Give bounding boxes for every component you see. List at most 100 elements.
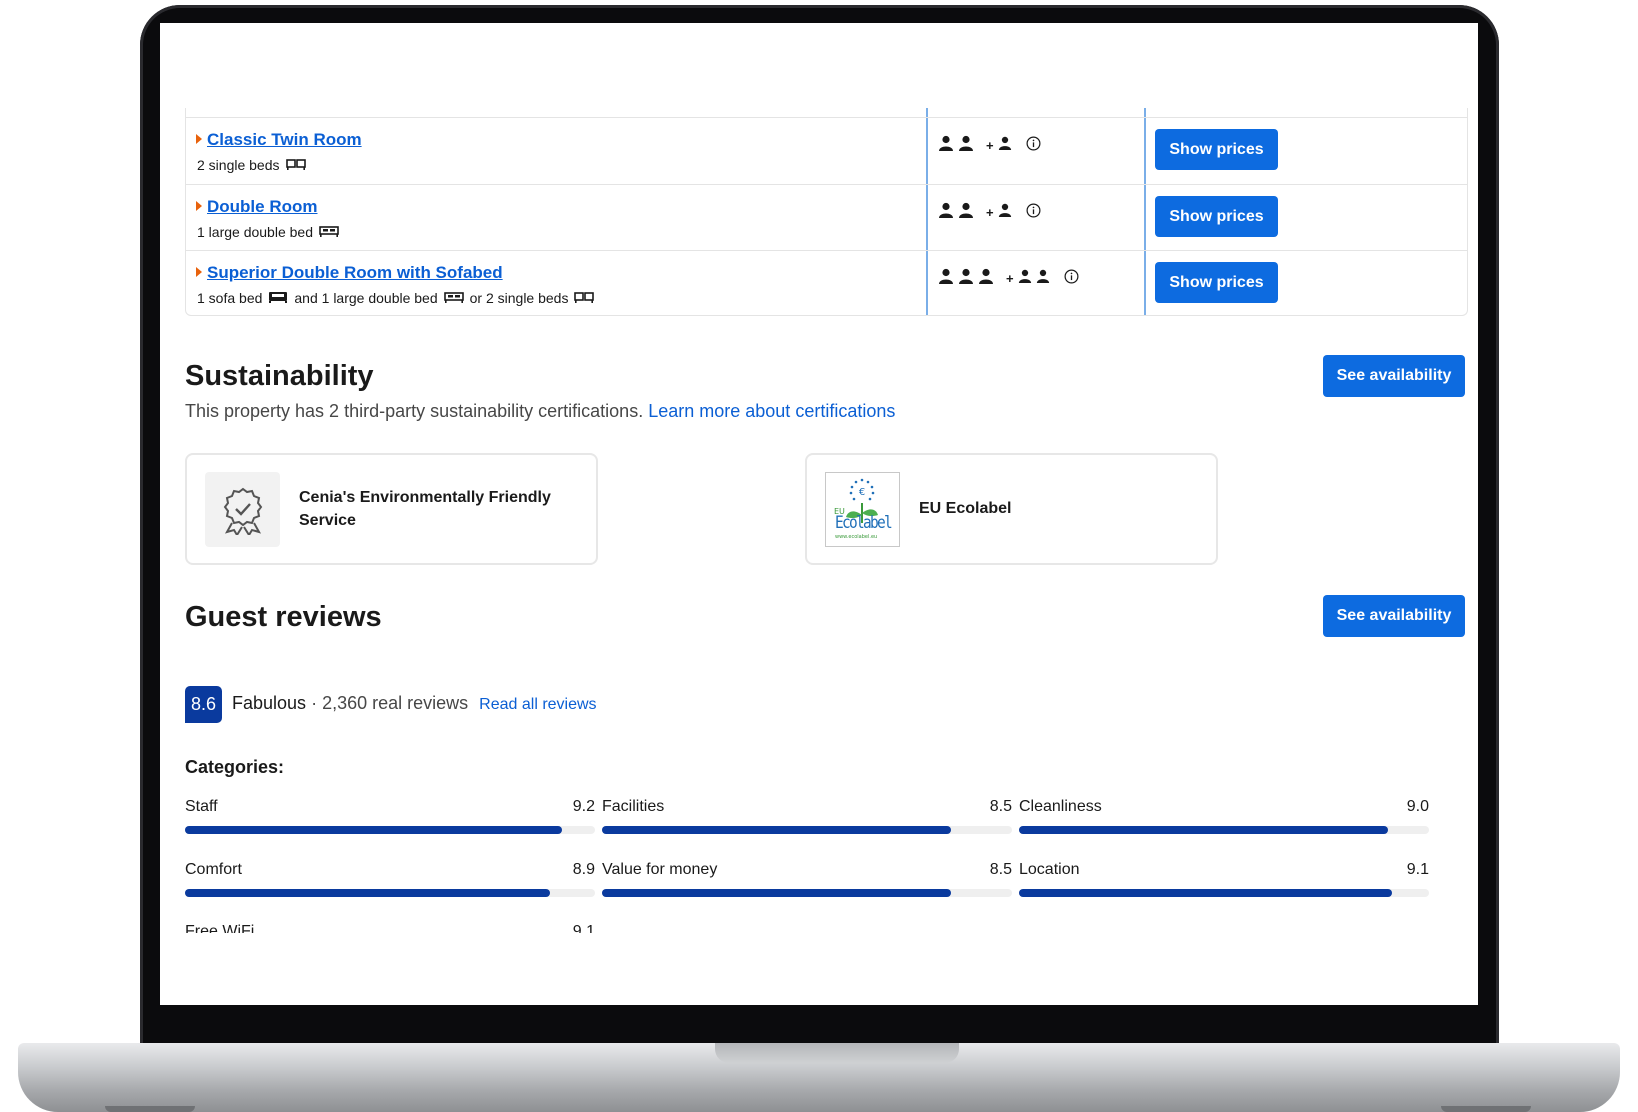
laptop-notch	[715, 1043, 959, 1063]
adult-icon	[958, 135, 974, 156]
svg-text:€: €	[859, 487, 865, 498]
child-icon	[1018, 269, 1032, 288]
room-name-link[interactable]: Classic Twin Room	[196, 130, 362, 150]
adult-icon	[978, 268, 994, 289]
score-bar-track	[1019, 826, 1429, 834]
room-beds: 1 sofa bed and 1 large double bed or 2 s…	[197, 290, 595, 306]
score-bar-track	[602, 826, 1012, 834]
adult-icon	[938, 268, 954, 289]
occupancy: +	[938, 268, 1079, 289]
score-bar-track	[1019, 889, 1429, 897]
show-prices-button[interactable]: Show prices	[1155, 262, 1278, 303]
single-beds-icon	[285, 157, 306, 173]
ecolabel-wordmark: Ecolabel	[835, 513, 893, 533]
laptop-base	[18, 1043, 1620, 1112]
info-icon[interactable]	[1026, 203, 1041, 223]
info-icon[interactable]	[1026, 136, 1041, 156]
score-bar-fill	[1019, 826, 1388, 834]
score-bar-track	[185, 889, 595, 897]
bed-description: 1 large double bed	[197, 224, 313, 240]
score-bar-fill	[185, 826, 563, 834]
sustainability-text: This property has 2 third-party sustaina…	[185, 401, 644, 421]
category-value: 8.5	[989, 861, 1012, 878]
score-bar-fill	[602, 826, 951, 834]
certification-card[interactable]: Cenia's Environmentally Friendly Service	[185, 453, 598, 565]
show-prices-button[interactable]: Show prices	[1155, 196, 1278, 237]
laptop-foot	[1441, 1106, 1531, 1112]
table-row: Classic Twin Room 2 single beds + Show p…	[186, 117, 1467, 185]
see-availability-button[interactable]: See availability	[1323, 595, 1465, 637]
bed-description: 1 sofa bed	[197, 290, 263, 306]
category-score: Facilities 8.5	[602, 798, 1012, 838]
adult-icon	[958, 268, 974, 289]
room-beds: 1 large double bed	[197, 224, 339, 240]
category-name: Comfort	[185, 861, 242, 878]
eu-ecolabel-logo: € EU Ecolabel www.ecolabel.eu	[825, 472, 900, 547]
category-name: Value for money	[602, 861, 718, 878]
category-name: Cleanliness	[1019, 798, 1102, 815]
review-score-badge: 8.6	[185, 686, 222, 723]
score-bar-fill	[1019, 889, 1393, 897]
certification-name: Cenia's Environmentally Friendly Service	[299, 489, 551, 529]
review-summary: Fabulous · 2,360 real reviews Read all r…	[232, 693, 597, 714]
sustainability-description: This property has 2 third-party sustaina…	[185, 401, 895, 422]
browser-screen: Classic Twin Room 2 single beds + Show p…	[160, 23, 1478, 1005]
ecolabel-url: www.ecolabel.eu	[835, 534, 878, 540]
category-value: 9.2	[572, 798, 595, 815]
show-prices-button[interactable]: Show prices	[1155, 129, 1278, 170]
plus-sign: +	[1006, 271, 1014, 286]
double-bed-icon	[443, 290, 464, 306]
bed-description: or 2 single beds	[469, 290, 569, 306]
category-name: Facilities	[602, 798, 665, 815]
score-bar-track	[185, 826, 595, 834]
info-icon[interactable]	[1064, 269, 1079, 289]
category-score: Location 9.1	[1019, 861, 1429, 901]
score-bar-fill	[602, 889, 951, 897]
guest-reviews-heading: Guest reviews	[185, 601, 382, 633]
categories-title: Categories:	[185, 757, 285, 777]
plus-sign: +	[986, 138, 994, 153]
sustainability-heading: Sustainability	[185, 360, 374, 392]
score-bar-track	[602, 889, 1012, 897]
award-badge-icon	[205, 472, 280, 547]
learn-more-link[interactable]: Learn more about certifications	[648, 401, 895, 421]
room-name-link[interactable]: Superior Double Room with Sofabed	[196, 263, 503, 283]
category-score: Staff 9.2	[185, 798, 595, 838]
rating-word: Fabulous	[232, 693, 307, 713]
category-name: Staff	[185, 798, 218, 815]
adult-icon	[938, 202, 954, 223]
room-name-link[interactable]: Double Room	[196, 197, 318, 217]
category-score: Value for money 8.5	[602, 861, 1012, 901]
category-score: Comfort 8.9	[185, 861, 595, 901]
category-name: Location	[1019, 861, 1080, 878]
screen-cutoff	[160, 933, 1478, 1005]
occupancy: +	[938, 202, 1041, 223]
read-all-reviews-link[interactable]: Read all reviews	[479, 696, 596, 713]
room-table: Classic Twin Room 2 single beds + Show p…	[185, 108, 1468, 316]
category-value: 9.0	[1406, 798, 1429, 815]
room-beds: 2 single beds	[197, 157, 306, 173]
certification-name: EU Ecolabel	[919, 500, 1012, 517]
child-icon	[1036, 269, 1050, 288]
category-score: Cleanliness 9.0	[1019, 798, 1429, 838]
single-beds-icon	[574, 290, 595, 306]
table-row: Double Room 1 large double bed + Show pr…	[186, 184, 1467, 252]
sofa-bed-icon	[268, 290, 288, 306]
category-value: 8.5	[989, 798, 1012, 815]
bed-description: 2 single beds	[197, 157, 280, 173]
occupancy: +	[938, 135, 1041, 156]
category-value: 8.9	[572, 861, 595, 878]
table-row: Superior Double Room with Sofabed 1 sofa…	[186, 250, 1467, 318]
review-count: · 2,360 real reviews	[311, 693, 469, 713]
certification-card[interactable]: € EU Ecolabel www.ecolabel.eu EU Ecolabe…	[805, 453, 1218, 565]
see-availability-button[interactable]: See availability	[1323, 355, 1465, 397]
adult-icon	[958, 202, 974, 223]
adult-icon	[938, 135, 954, 156]
bed-description: and 1 large double bed	[294, 290, 438, 306]
score-bar-fill	[185, 889, 550, 897]
child-icon	[998, 136, 1012, 155]
laptop-foot	[105, 1106, 195, 1112]
plus-sign: +	[986, 205, 994, 220]
child-icon	[998, 203, 1012, 222]
double-bed-icon	[319, 224, 339, 240]
